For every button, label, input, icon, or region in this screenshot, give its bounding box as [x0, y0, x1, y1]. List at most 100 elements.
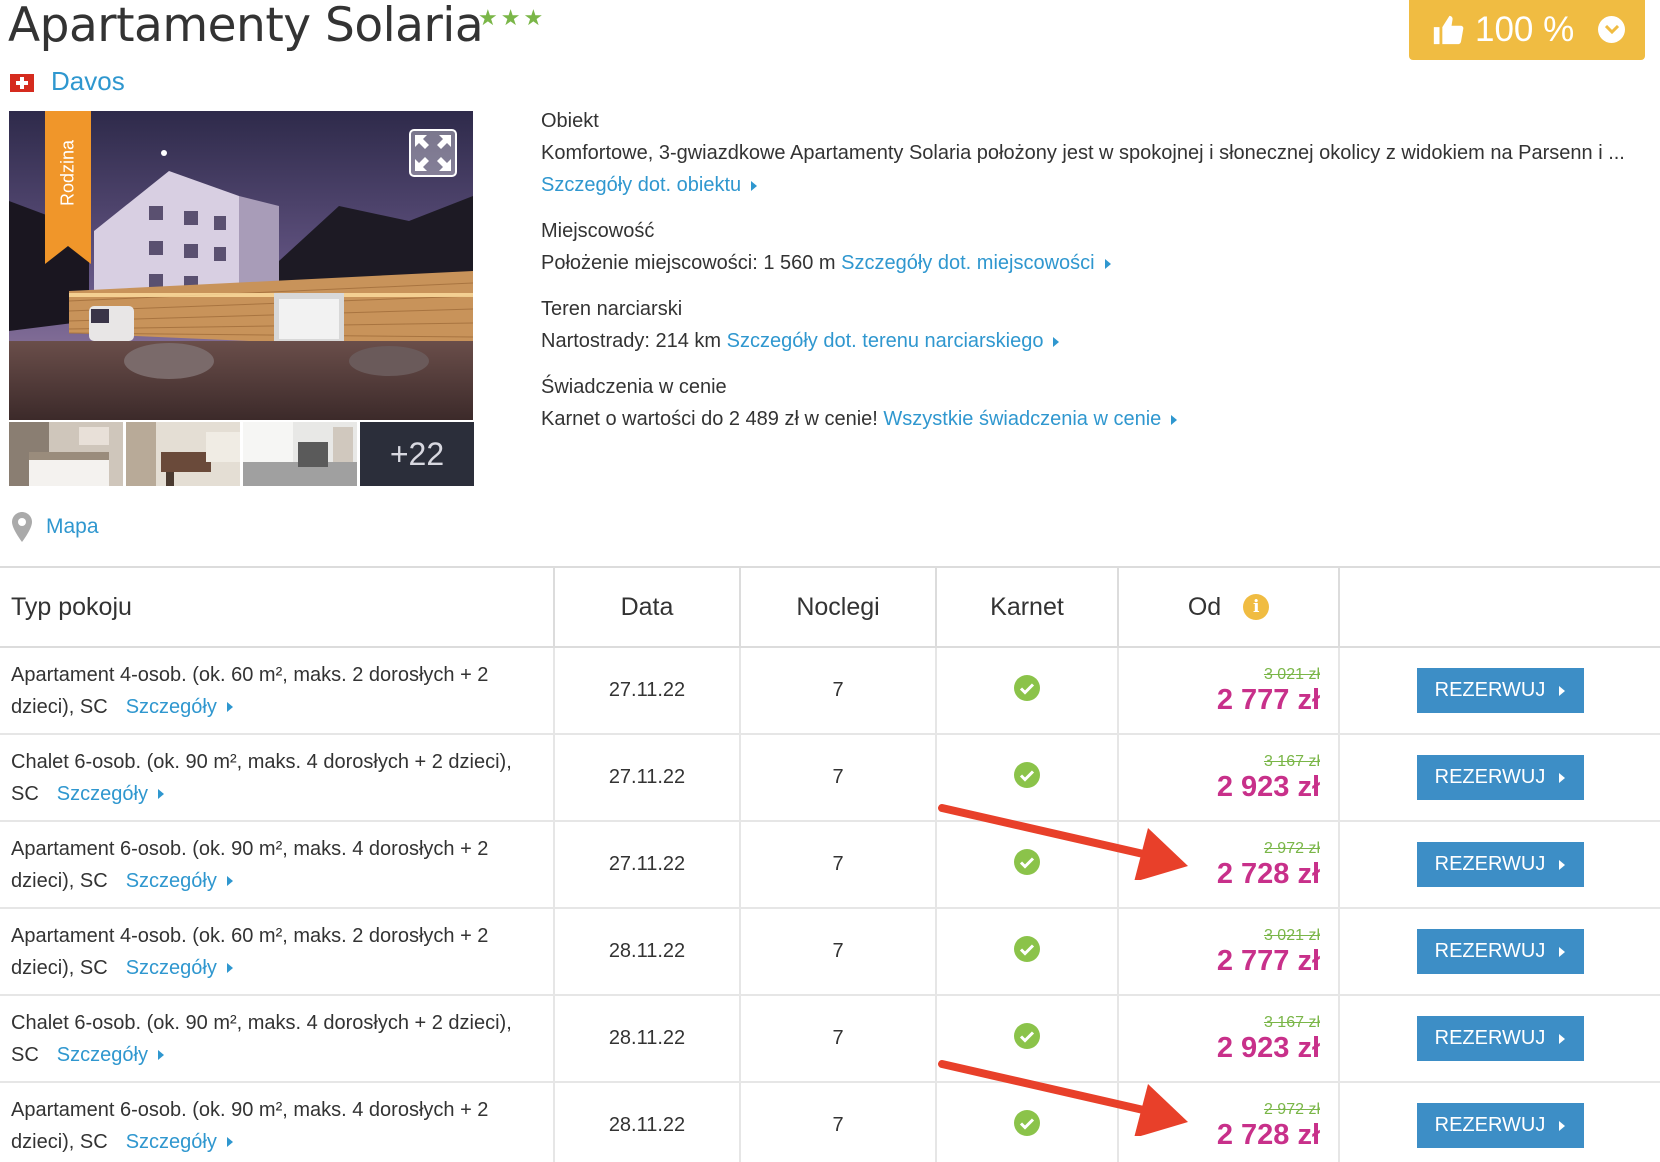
- info-town-text: Położenie miejscowości: 1 560 m: [541, 252, 836, 274]
- town-details-link[interactable]: Szczegóły dot. miejscowości: [841, 252, 1094, 274]
- room-details-link[interactable]: Szczegóły: [57, 783, 148, 805]
- price-cell: 3 021 zł 2 777 zł: [1118, 647, 1340, 735]
- date-cell: 27.11.22: [554, 821, 741, 909]
- info-object-heading: Obiekt: [541, 110, 599, 132]
- book-button[interactable]: REZERWUJ: [1416, 929, 1584, 974]
- thumbs-up-icon: [1433, 15, 1464, 45]
- caret-right-icon: [751, 180, 758, 191]
- info-ski-text: Nartostrady: 214 km: [541, 330, 722, 352]
- thumbnail-living-room[interactable]: [126, 422, 240, 486]
- header-ski-pass: Karnet: [936, 566, 1119, 648]
- annotation-arrow-2: [938, 1060, 1188, 1136]
- offers-table: Typ pokoju Data Noclegi Karnet Od i Apart…: [0, 566, 1660, 1162]
- table-row: Apartament 4-osob. (ok. 60 m², maks. 2 d…: [0, 647, 1660, 735]
- nights-cell: 7: [740, 821, 937, 909]
- nights-cell: 7: [740, 908, 937, 996]
- room-details-link[interactable]: Szczegóły: [126, 870, 217, 892]
- caret-right-icon: [1559, 685, 1566, 696]
- city-link[interactable]: Davos: [51, 66, 125, 97]
- check-circle-icon: [1014, 935, 1040, 962]
- book-button[interactable]: REZERWUJ: [1416, 1016, 1584, 1061]
- caret-right-icon: [226, 1137, 233, 1148]
- header-actions: [1339, 566, 1660, 648]
- date-cell: 28.11.22: [554, 908, 741, 996]
- ski-pass-cell: [936, 647, 1119, 735]
- map-pin-icon: [12, 512, 32, 542]
- table-row: Chalet 6-osob. (ok. 90 m², maks. 4 doros…: [0, 995, 1660, 1083]
- fullscreen-icon[interactable]: [409, 129, 457, 177]
- caret-right-icon: [157, 1050, 164, 1061]
- hotel-title: Apartamenty Solaria: [8, 0, 484, 53]
- star-rating: ★★★: [478, 6, 547, 31]
- thumbnail-kitchen[interactable]: [243, 422, 357, 486]
- caret-right-icon: [1559, 946, 1566, 957]
- ski-pass-cell: [936, 908, 1119, 996]
- table-row: Apartament 6-osob. (ok. 90 m², maks. 4 d…: [0, 821, 1660, 909]
- info-town-heading: Miejscowość: [541, 220, 655, 242]
- old-price: 3 021 zł: [1263, 665, 1320, 683]
- book-button[interactable]: REZERWUJ: [1416, 668, 1584, 713]
- caret-right-icon: [1559, 859, 1566, 870]
- room-name: Apartament 6-osob. (ok. 90 m², maks. 4 d…: [11, 837, 489, 892]
- info-icon[interactable]: i: [1243, 593, 1270, 620]
- header-price-from: Od i: [1118, 566, 1340, 648]
- book-button[interactable]: REZERWUJ: [1416, 1103, 1584, 1148]
- caret-right-icon: [157, 789, 164, 800]
- room-details-link[interactable]: Szczegóły: [126, 957, 217, 979]
- info-benefits-text: Karnet o wartości do 2 489 zł w cenie!: [541, 408, 878, 430]
- old-price: 3 021 zł: [1263, 926, 1320, 944]
- room-details-link[interactable]: Szczegóły: [126, 696, 217, 718]
- ski-details-link[interactable]: Szczegóły dot. terenu narciarskiego: [727, 330, 1044, 352]
- check-circle-icon: [1014, 674, 1040, 701]
- room-cell: Chalet 6-osob. (ok. 90 m², maks. 4 doros…: [0, 734, 555, 822]
- more-photos-button[interactable]: +22: [360, 422, 474, 486]
- swiss-flag-icon: [10, 74, 34, 92]
- room-cell: Apartament 4-osob. (ok. 60 m², maks. 2 d…: [0, 908, 555, 996]
- room-details-link[interactable]: Szczegóły: [126, 1131, 217, 1153]
- room-cell: Apartament 4-osob. (ok. 60 m², maks. 2 d…: [0, 647, 555, 735]
- date-cell: 28.11.22: [554, 1082, 741, 1162]
- action-cell: REZERWUJ: [1339, 908, 1660, 996]
- info-object-text: Komfortowe, 3-gwiazdkowe Apartamenty Sol…: [541, 142, 1625, 164]
- nights-cell: 7: [740, 734, 937, 822]
- chevron-down-icon: [1598, 16, 1625, 43]
- nights-cell: 7: [740, 1082, 937, 1162]
- current-price: 2 923 zł: [1216, 770, 1320, 803]
- rating-button[interactable]: 100 %: [1409, 0, 1645, 60]
- map-link[interactable]: Mapa: [12, 512, 99, 542]
- action-cell: REZERWUJ: [1339, 647, 1660, 735]
- caret-right-icon: [1559, 1120, 1566, 1131]
- table-row: Chalet 6-osob. (ok. 90 m², maks. 4 doros…: [0, 734, 1660, 822]
- table-header: Typ pokoju Data Noclegi Karnet Od i: [0, 566, 1660, 648]
- header-nights: Noclegi: [740, 566, 937, 648]
- date-cell: 28.11.22: [554, 995, 741, 1083]
- object-details-link[interactable]: Szczegóły dot. obiektu: [541, 174, 741, 196]
- thumbnail-bedroom[interactable]: [9, 422, 123, 486]
- action-cell: REZERWUJ: [1339, 821, 1660, 909]
- info-ski-heading: Teren narciarski: [541, 298, 683, 320]
- room-name: Apartament 4-osob. (ok. 60 m², maks. 2 d…: [11, 663, 489, 718]
- nights-cell: 7: [740, 995, 937, 1083]
- rating-percent: 100 %: [1475, 10, 1575, 49]
- room-details-link[interactable]: Szczegóły: [57, 1044, 148, 1066]
- current-price: 2 777 zł: [1216, 944, 1320, 977]
- info-town: Miejscowość Położenie miejscowości: 1 56…: [541, 215, 1651, 279]
- main-photo[interactable]: Rodzina: [9, 111, 473, 420]
- info-ski: Teren narciarski Nartostrady: 214 km Szc…: [541, 293, 1651, 357]
- book-button[interactable]: REZERWUJ: [1416, 842, 1584, 887]
- room-cell: Apartament 6-osob. (ok. 90 m², maks. 4 d…: [0, 1082, 555, 1162]
- room-cell: Apartament 6-osob. (ok. 90 m², maks. 4 d…: [0, 821, 555, 909]
- caret-right-icon: [1559, 772, 1566, 783]
- book-button[interactable]: REZERWUJ: [1416, 755, 1584, 800]
- caret-right-icon: [226, 876, 233, 887]
- thumbnail-strip: +22: [9, 422, 474, 486]
- action-cell: REZERWUJ: [1339, 734, 1660, 822]
- check-circle-icon: [1014, 761, 1040, 788]
- caret-right-icon: [226, 963, 233, 974]
- caret-right-icon: [1053, 336, 1060, 347]
- old-price: 3 167 zł: [1263, 752, 1320, 770]
- benefits-link[interactable]: Wszystkie świadczenia w cenie: [883, 408, 1161, 430]
- current-price: 2 777 zł: [1216, 683, 1320, 716]
- info-benefits-heading: Świadczenia w cenie: [541, 376, 727, 398]
- room-cell: Chalet 6-osob. (ok. 90 m², maks. 4 doros…: [0, 995, 555, 1083]
